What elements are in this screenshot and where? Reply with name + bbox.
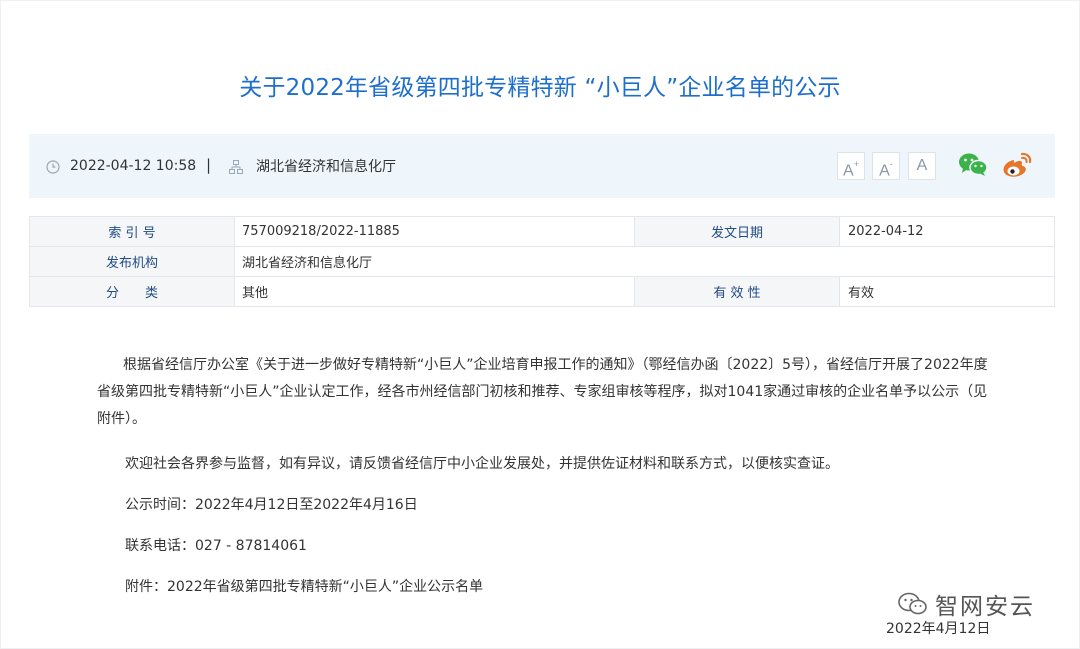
- footer-date: 2022年4月12日: [886, 621, 991, 637]
- font-increase-label: A: [843, 162, 854, 180]
- clock-icon: [46, 160, 60, 174]
- wechat-share-icon[interactable]: [958, 152, 988, 178]
- table-row: 索 引 号 757009218/2022-11885 发文日期 2022-04-…: [29, 216, 1055, 247]
- org-label: 发布机构: [29, 246, 235, 277]
- contact-phone: 联系电话：027 - 87814061: [125, 538, 307, 554]
- wechat-watermark-icon: [898, 592, 927, 615]
- date-label: 发文日期: [634, 216, 840, 247]
- meta-bar: 2022-04-12 10:58 | 湖北省经济和信息化厅 A+ A- A: [29, 134, 1055, 198]
- org-value: 湖北省经济和信息化厅: [234, 246, 1055, 277]
- validity-value: 有效: [839, 276, 1055, 307]
- info-table: 索 引 号 757009218/2022-11885 发文日期 2022-04-…: [29, 216, 1055, 307]
- font-increase-button[interactable]: A+: [837, 152, 865, 180]
- font-decrease-sup: -: [889, 159, 893, 169]
- font-reset-label: A: [916, 157, 928, 174]
- date-value: 2022-04-12: [839, 216, 1055, 247]
- table-row: 分 类 其他 有 效 性 有效: [29, 276, 1055, 307]
- weibo-share-icon[interactable]: [1001, 151, 1033, 179]
- attachment-link[interactable]: 附件：2022年省级第四批专精特新“小巨人”企业公示名单: [125, 576, 483, 596]
- category-value: 其他: [234, 276, 635, 307]
- publicity-period: 公示时间：2022年4月12日至2022年4月16日: [125, 497, 418, 513]
- body-paragraph-2: 欢迎社会各界参与监督，如有异议，请反馈省经信厅中小企业发展处，并提供佐证材料和联…: [125, 456, 839, 472]
- font-increase-sup: +: [853, 159, 859, 169]
- watermark-text: 智网安云: [935, 594, 1035, 620]
- font-reset-button[interactable]: A: [908, 152, 936, 180]
- organization-icon: [229, 160, 243, 174]
- watermark: 智网安云: [897, 587, 1035, 621]
- table-row: 发布机构 湖北省经济和信息化厅: [29, 246, 1055, 277]
- validity-label: 有 效 性: [634, 276, 840, 307]
- publish-datetime: 2022-04-12 10:58: [70, 158, 197, 174]
- index-value: 757009218/2022-11885: [234, 216, 635, 247]
- page-title: 关于2022年省级第四批专精特新 “小巨人”企业名单的公示: [239, 75, 841, 101]
- font-decrease-button[interactable]: A-: [872, 152, 900, 180]
- font-decrease-label: A: [879, 162, 890, 180]
- meta-separator: |: [206, 156, 212, 174]
- body-paragraph-1: 根据省经信厅办公室《关于进一步做好专精特新“小巨人”企业培育申报工作的通知》（鄂…: [97, 357, 988, 427]
- article-body: 根据省经信厅办公室《关于进一步做好专精特新“小巨人”企业培育申报工作的通知》（鄂…: [97, 352, 997, 433]
- category-label: 分 类: [29, 276, 235, 307]
- publisher-name: 湖北省经济和信息化厅: [256, 159, 396, 175]
- index-label: 索 引 号: [29, 216, 235, 247]
